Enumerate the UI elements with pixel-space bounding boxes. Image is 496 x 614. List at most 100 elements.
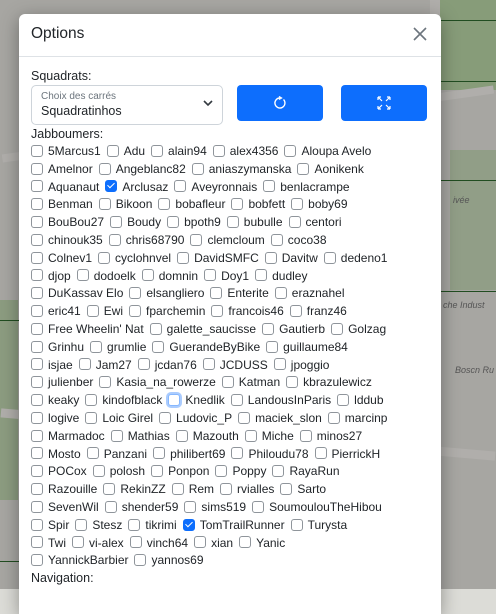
jabboumer-checkbox[interactable] <box>177 251 190 264</box>
jabboumer-label[interactable]: dudley <box>272 269 307 283</box>
jabboumer-label[interactable]: vi-alex <box>89 536 124 550</box>
jabboumer-label[interactable]: Ludovic_P <box>176 411 232 425</box>
jabboumer-checkbox[interactable] <box>167 216 180 229</box>
jabboumer-option[interactable]: rvialles <box>220 481 274 499</box>
jabboumer-checkbox[interactable] <box>152 340 165 353</box>
jabboumer-checkbox[interactable] <box>151 144 164 157</box>
jabboumer-label[interactable]: boby69 <box>308 197 347 211</box>
jabboumer-label[interactable]: Philoudu78 <box>248 447 308 461</box>
jabboumer-option[interactable]: GuerandeByBike <box>152 339 260 357</box>
jabboumer-checkbox[interactable] <box>108 233 121 246</box>
jabboumer-label[interactable]: rvialles <box>237 482 274 496</box>
jabboumer-option[interactable]: Mazouth <box>175 428 239 446</box>
jabboumer-label[interactable]: Turysta <box>308 518 348 532</box>
jabboumer-option[interactable]: elsangliero <box>129 285 204 303</box>
jabboumer-label[interactable]: DavidSMFC <box>194 251 259 265</box>
jabboumer-label[interactable]: bubulle <box>244 215 283 229</box>
jabboumer-label[interactable]: RekinZZ <box>120 482 165 496</box>
jabboumer-checkbox[interactable] <box>280 482 293 495</box>
jabboumer-checkbox[interactable] <box>31 180 43 193</box>
jabboumer-checkbox[interactable] <box>182 518 195 531</box>
jabboumer-checkbox[interactable] <box>99 376 112 389</box>
jabboumer-label[interactable]: dedeno1 <box>341 251 388 265</box>
jabboumer-option[interactable]: eraznahel <box>274 285 345 303</box>
jabboumer-label[interactable]: keaky <box>48 393 79 407</box>
jabboumer-option[interactable]: sims519 <box>184 499 246 517</box>
jabboumer-label[interactable]: Loic Girel <box>102 411 153 425</box>
jabboumer-checkbox[interactable] <box>159 411 172 424</box>
jabboumer-label[interactable]: vinch64 <box>147 536 188 550</box>
jabboumer-label[interactable]: Spir <box>48 518 69 532</box>
jabboumer-label[interactable]: bobfett <box>248 197 285 211</box>
jabboumer-checkbox[interactable] <box>266 340 279 353</box>
jabboumer-option[interactable]: Free Wheelin' Nat <box>31 321 144 339</box>
jabboumer-checkbox[interactable] <box>289 305 302 317</box>
jabboumer-checkbox[interactable] <box>210 287 223 300</box>
jabboumer-option[interactable]: Davitw <box>264 250 318 268</box>
jabboumer-label[interactable]: Adu <box>124 144 145 158</box>
jabboumer-checkbox[interactable] <box>129 287 142 300</box>
jabboumer-checkbox[interactable] <box>190 233 203 246</box>
jabboumer-label[interactable]: Golzag <box>348 322 386 336</box>
jabboumer-option[interactable]: aniaszymanska <box>191 161 291 179</box>
jabboumer-option[interactable]: dedeno1 <box>323 250 388 268</box>
jabboumer-option[interactable]: vinch64 <box>129 535 188 553</box>
jabboumer-checkbox[interactable] <box>85 411 98 424</box>
jabboumer-checkbox[interactable] <box>323 251 336 264</box>
jabboumer-label[interactable]: coco38 <box>288 233 327 247</box>
jabboumer-checkbox[interactable] <box>110 216 123 229</box>
jabboumer-label[interactable]: Colnev1 <box>48 251 92 265</box>
jabboumer-label[interactable]: DuKassav Elo <box>48 286 123 300</box>
jabboumer-label[interactable]: julienber <box>48 375 93 389</box>
jabboumer-option[interactable]: Aquanaut <box>31 179 99 197</box>
jabboumer-option[interactable]: dudley <box>255 268 307 286</box>
jabboumer-label[interactable]: Arclusaz <box>122 180 168 194</box>
jabboumer-label[interactable]: BouBou27 <box>48 215 104 229</box>
jabboumer-option[interactable]: guillaume84 <box>266 339 348 357</box>
jabboumer-label[interactable]: xian <box>211 536 233 550</box>
jabboumer-label[interactable]: Ponpon <box>168 464 209 478</box>
jabboumer-checkbox[interactable] <box>31 322 43 335</box>
jabboumer-label[interactable]: Gautierb <box>279 322 325 336</box>
jabboumer-checkbox[interactable] <box>191 162 204 175</box>
squadrats-select[interactable]: Choix des carrés Squadratinhos <box>31 85 223 125</box>
jabboumer-option[interactable]: Aveyronnais <box>174 179 257 197</box>
jabboumer-checkbox[interactable] <box>106 144 119 157</box>
jabboumer-option[interactable]: DuKassav Elo <box>31 285 123 303</box>
jabboumer-checkbox[interactable] <box>238 411 251 424</box>
jabboumer-checkbox[interactable] <box>263 180 276 193</box>
jabboumer-option[interactable]: Kasia_na_rowerze <box>99 374 216 392</box>
jabboumer-checkbox[interactable] <box>212 144 225 157</box>
jabboumer-option[interactable]: YannickBarbier <box>31 552 128 570</box>
jabboumer-option[interactable]: polosh <box>92 463 145 481</box>
jabboumer-option[interactable]: jpoggio <box>273 357 329 375</box>
jabboumer-option[interactable]: SevenWil <box>31 499 99 517</box>
jabboumer-label[interactable]: Rem <box>189 482 214 496</box>
jabboumer-checkbox[interactable] <box>297 162 310 175</box>
jabboumer-checkbox[interactable] <box>134 554 147 567</box>
jabboumer-label[interactable]: 5Marcus1 <box>48 144 101 158</box>
jabboumer-checkbox[interactable] <box>31 393 43 406</box>
jabboumer-checkbox[interactable] <box>231 447 244 460</box>
jabboumer-checkbox[interactable] <box>31 376 43 389</box>
jabboumer-label[interactable]: benlacrampe <box>280 180 349 194</box>
jabboumer-label[interactable]: philibert69 <box>170 447 225 461</box>
jabboumer-label[interactable]: Poppy <box>232 464 266 478</box>
jabboumer-option[interactable]: alain94 <box>151 143 207 161</box>
jabboumer-label[interactable]: elsangliero <box>146 286 204 300</box>
jabboumer-label[interactable]: Aloupa Avelo <box>301 144 371 158</box>
jabboumer-label[interactable]: Sarto <box>297 482 326 496</box>
jabboumer-option[interactable]: galette_saucisse <box>149 321 256 339</box>
jabboumer-label[interactable]: JCDUSS <box>220 358 268 372</box>
jabboumer-option[interactable]: Ponpon <box>151 463 209 481</box>
jabboumer-option[interactable]: keaky <box>31 392 79 410</box>
jabboumer-checkbox[interactable] <box>31 518 43 531</box>
jabboumer-option[interactable]: lddub <box>337 392 384 410</box>
jabboumer-option[interactable]: Colnev1 <box>31 250 92 268</box>
jabboumer-checkbox[interactable] <box>31 162 43 175</box>
jabboumer-checkbox[interactable] <box>273 358 286 371</box>
jabboumer-label[interactable]: sims519 <box>201 500 246 514</box>
jabboumer-label[interactable]: kbrazulewicz <box>303 375 372 389</box>
jabboumer-checkbox[interactable] <box>31 251 43 264</box>
jabboumer-label[interactable]: Aonikenk <box>314 162 363 176</box>
